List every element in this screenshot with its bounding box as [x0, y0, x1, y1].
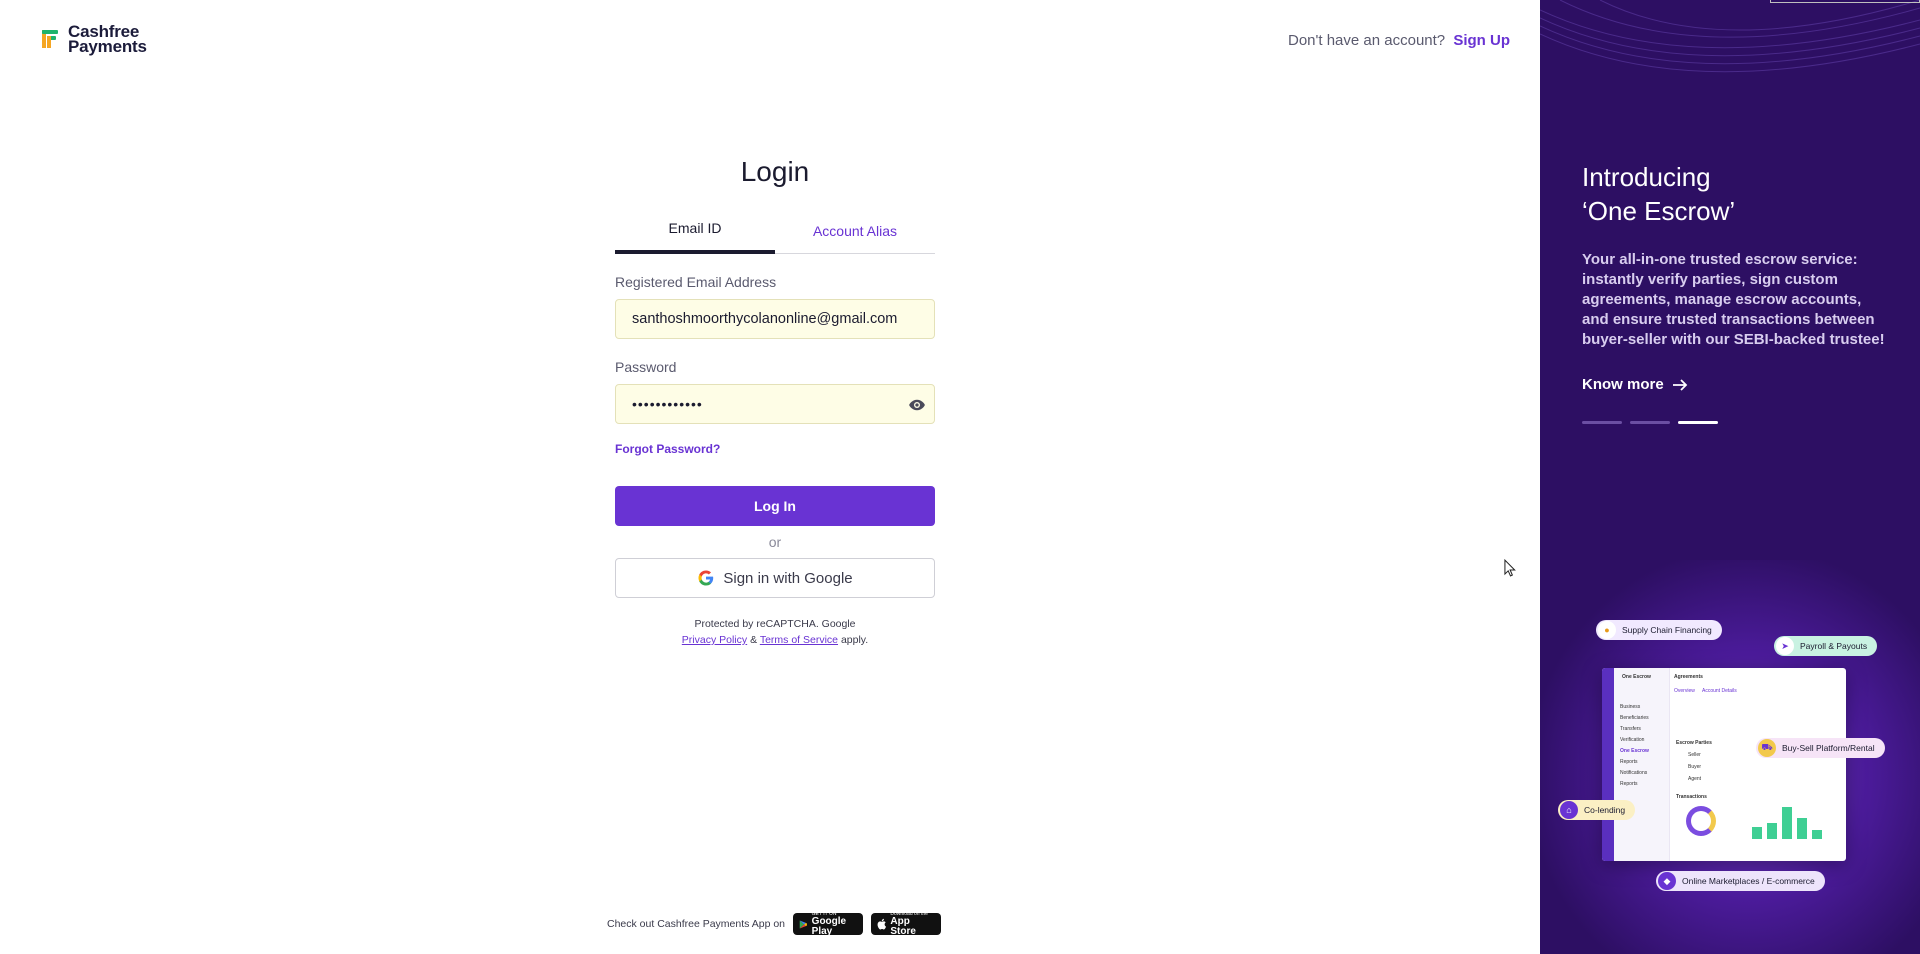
mock-nav-item: One Escrow — [1620, 748, 1649, 754]
bank-icon: ⌂ — [1560, 801, 1578, 819]
know-more-label: Know more — [1582, 376, 1664, 393]
google-play-badge[interactable]: GET IT ON Google Play — [793, 911, 864, 937]
mock-app-name: One Escrow — [1622, 674, 1651, 680]
email-label: Registered Email Address — [615, 274, 777, 290]
mock-chart-bar — [1812, 830, 1822, 839]
promo-title-line1: Introducing — [1582, 162, 1711, 192]
app-download-text: Check out Cashfree Payments App on — [607, 918, 786, 930]
chip-co-lending: ⌂ Co-lending — [1558, 800, 1636, 820]
page-title: Login — [740, 156, 810, 187]
recaptcha-text: Protected by reCAPTCHA. Google — [694, 618, 856, 630]
mouse-cursor-icon — [1504, 559, 1516, 577]
coin-icon: ● — [1598, 621, 1616, 639]
eye-icon[interactable] — [908, 396, 926, 414]
login-form: Login Email ID Account Alias Registered … — [615, 156, 935, 648]
forgot-password-link[interactable]: Forgot Password? — [615, 442, 935, 456]
login-button[interactable]: Log In — [615, 486, 935, 526]
know-more-link[interactable]: Know more — [1582, 376, 1688, 393]
signup-prompt-text: Don't have an account? — [1288, 32, 1446, 49]
chip-payroll-payouts: ➤ Payroll & Payouts — [1774, 636, 1878, 656]
login-panel: Cashfree Payments Don't have an account?… — [0, 0, 1540, 954]
password-value: •••••••••••• — [632, 396, 703, 412]
google-play-label: Google Play — [811, 916, 847, 937]
mock-page-title: Agreements — [1674, 674, 1703, 680]
mock-party: Seller — [1688, 752, 1701, 758]
one-escrow-dashboard-illustration: One Escrow Agreements Overview Account D… — [1602, 668, 1846, 861]
mock-chart-bar — [1797, 818, 1807, 839]
mock-nav-item: Notifications — [1620, 770, 1648, 776]
signup-link[interactable]: Sign Up — [1453, 32, 1510, 49]
mock-nav-item: Verification — [1620, 737, 1645, 743]
app-store-label: App Store — [890, 916, 916, 937]
mock-nav-item: Transfers — [1620, 726, 1641, 732]
mock-tab: Account Details — [1702, 688, 1737, 694]
mock-chart-bar — [1782, 807, 1792, 839]
signup-prompt: Don't have an account? Sign Up — [1288, 32, 1510, 49]
cashfree-logo-icon — [42, 30, 58, 48]
mock-donut-chart — [1686, 806, 1716, 836]
terms-of-service-link[interactable]: Terms of Service — [760, 634, 838, 646]
arrow-right-icon — [1672, 378, 1687, 391]
password-field[interactable]: •••••••••••• — [615, 384, 935, 424]
promo-description: Your all-in-one trusted escrow service: … — [1582, 251, 1885, 348]
cart-icon: ⛟ — [1758, 739, 1776, 757]
mock-chart-bar — [1752, 827, 1762, 839]
privacy-policy-link[interactable]: Privacy Policy — [682, 634, 747, 646]
carousel-dot[interactable] — [1630, 421, 1670, 424]
mock-chart-bar — [1767, 823, 1777, 839]
mock-nav-item: Reports — [1620, 759, 1638, 765]
mock-nav-item: Business — [1620, 704, 1641, 710]
mock-parties-title: Escrow Parties — [1676, 740, 1712, 746]
tab-account-alias[interactable]: Account Alias — [775, 214, 935, 253]
google-icon — [698, 570, 714, 586]
recaptcha-notice: Protected by reCAPTCHA. Google Privacy P… — [615, 616, 935, 648]
or-divider: or — [768, 534, 782, 550]
chip-online-marketplaces: ◆ Online Marketplaces / E-commerce — [1656, 871, 1825, 891]
decorative-waves — [1540, 0, 1920, 73]
and-text: & — [750, 634, 758, 646]
apply-text: apply. — [840, 634, 869, 646]
google-signin-button[interactable]: Sign in with Google — [615, 558, 935, 598]
carousel-indicators — [1582, 421, 1718, 424]
email-value: santhoshmoorthycolanonline@gmail.com — [632, 311, 898, 327]
promo-title-line2: ‘One Escrow’ — [1582, 196, 1736, 226]
google-play-icon — [799, 920, 807, 928]
tab-email-id[interactable]: Email ID — [615, 214, 775, 254]
carousel-dot[interactable] — [1582, 421, 1622, 424]
google-signin-label: Sign in with Google — [723, 569, 853, 587]
mock-party: Agent — [1688, 776, 1702, 782]
mock-nav-item: Beneficiaries — [1620, 715, 1649, 721]
carousel-dot-active[interactable] — [1678, 421, 1718, 424]
chip-buy-sell-platform: ⛟ Buy-Sell Platform/Rental — [1756, 738, 1885, 758]
email-field[interactable]: santhoshmoorthycolanonline@gmail.com — [615, 299, 935, 339]
password-label: Password — [615, 359, 677, 375]
login-method-tabs: Email ID Account Alias — [615, 214, 935, 254]
send-icon: ➤ — [1776, 637, 1794, 655]
promo-panel: Introducing ‘One Escrow’ Your all-in-one… — [1540, 0, 1920, 954]
apple-icon — [877, 918, 887, 930]
chip-supply-chain-financing: ● Supply Chain Financing — [1596, 620, 1722, 640]
mock-tab: Overview — [1674, 688, 1695, 694]
mock-party: Buyer — [1688, 764, 1702, 770]
brand-logo[interactable]: Cashfree Payments — [40, 23, 147, 56]
mock-chart-title: Transactions — [1676, 794, 1707, 800]
app-download-row: Check out Cashfree Payments App on GET I… — [607, 911, 942, 937]
brand-name-line2: Payments — [68, 37, 147, 56]
mock-nav-item: Reports — [1620, 781, 1638, 787]
promo-title: Introducing ‘One Escrow’ — [1582, 160, 1735, 228]
app-store-badge[interactable]: Download on the App Store — [871, 911, 942, 937]
tag-icon: ◆ — [1658, 872, 1676, 890]
